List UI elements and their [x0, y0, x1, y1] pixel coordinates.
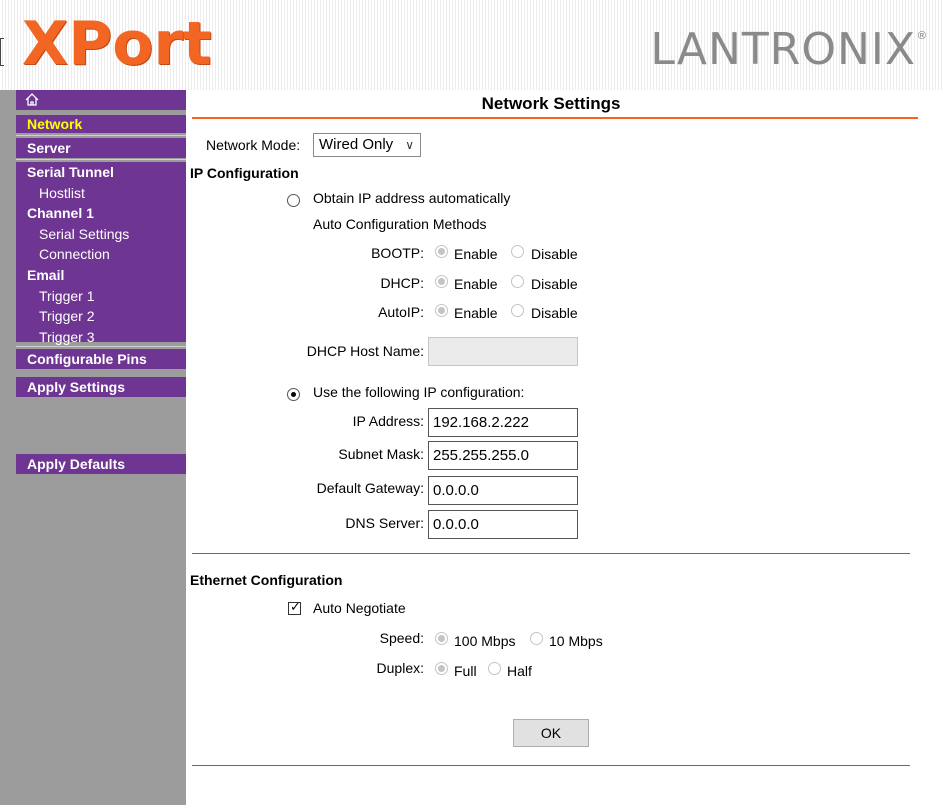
dhcp-hostname-label: DHCP Host Name: [306, 343, 424, 359]
lantronix-logo-text: LANTRONIX [650, 24, 916, 75]
sidebar-item-trigger-2[interactable]: Trigger 2 [16, 306, 186, 327]
duplex-full-label: Full [454, 663, 477, 679]
chevron-down-icon: ∨ [405, 138, 414, 152]
dhcp-enable-label: Enable [454, 276, 498, 292]
page-header: XPort LANTRONIX ® [0, 0, 944, 90]
page-title: Network Settings [481, 94, 621, 113]
sidebar-item-server[interactable]: Server [16, 138, 186, 158]
auto-negotiate-checkbox[interactable]: ✓ [288, 599, 301, 615]
auto-methods-label: Auto Configuration Methods [313, 216, 487, 232]
ip-address-label: IP Address: [352, 413, 424, 429]
auto-negotiate-label: Auto Negotiate [313, 600, 406, 616]
gateway-label: Default Gateway: [316, 480, 424, 496]
bootp-disable-radio[interactable] [511, 245, 524, 258]
network-mode-select[interactable]: Wired Only ∨ [313, 133, 421, 157]
sidebar-item-apply-defaults[interactable]: Apply Defaults [16, 454, 186, 474]
subnet-mask-label: Subnet Mask: [338, 446, 424, 462]
speed-100-radio[interactable] [435, 632, 448, 645]
bottom-divider [192, 765, 910, 766]
sidebar-item-connection[interactable]: Connection [16, 244, 186, 265]
sidebar-nav: Network Server Serial Tunnel Hostlist Ch… [0, 90, 186, 805]
duplex-half-label: Half [507, 663, 532, 679]
sidebar-divider [16, 159, 186, 160]
obtain-auto-label: Obtain IP address automatically [313, 190, 511, 206]
sidebar-item-home[interactable] [16, 90, 186, 110]
lantronix-logo: LANTRONIX [650, 24, 916, 76]
main-content: Network Settings Network Mode: Wired Onl… [186, 90, 944, 805]
use-following-label: Use the following IP configuration: [313, 384, 525, 400]
duplex-full-radio[interactable] [435, 662, 448, 675]
duplex-label: Duplex: [376, 660, 424, 676]
xport-logo: XPort [22, 8, 212, 80]
sidebar-item-serial-tunnel[interactable]: Serial Tunnel [27, 162, 186, 183]
sidebar-item-hostlist[interactable]: Hostlist [16, 183, 186, 204]
autoip-enable-label: Enable [454, 305, 498, 321]
home-icon [25, 93, 39, 106]
use-following-radio[interactable] [287, 388, 300, 401]
ip-config-heading: IP Configuration [190, 165, 299, 181]
sidebar-item-trigger-1[interactable]: Trigger 1 [16, 286, 186, 307]
bootp-enable-radio[interactable] [435, 245, 448, 258]
speed-label: Speed: [379, 630, 424, 646]
sidebar-group-serial: Serial Tunnel Hostlist Channel 1 Serial … [16, 162, 186, 345]
checkmark-icon: ✓ [290, 599, 301, 614]
ok-button[interactable]: OK [513, 719, 589, 747]
sidebar-item-network[interactable]: Network [16, 115, 186, 133]
dns-input[interactable]: 0.0.0.0 [428, 510, 578, 539]
network-mode-value: Wired Only [319, 136, 394, 153]
bootp-label: BOOTP: [371, 245, 424, 261]
dhcp-enable-radio[interactable] [435, 275, 448, 288]
autoip-disable-label: Disable [531, 305, 578, 321]
network-mode-label: Network Mode: [206, 137, 301, 153]
sidebar-item-serial-settings[interactable]: Serial Settings [16, 224, 186, 245]
speed-10-radio[interactable] [530, 632, 543, 645]
bootp-enable-label: Enable [454, 246, 498, 262]
registered-mark-icon: ® [917, 30, 926, 42]
dhcp-hostname-input[interactable] [428, 337, 578, 366]
obtain-auto-radio[interactable] [287, 194, 300, 207]
sidebar-divider [16, 346, 186, 347]
autoip-disable-radio[interactable] [511, 304, 524, 317]
ethernet-config-heading: Ethernet Configuration [190, 572, 343, 588]
sidebar-item-channel-1[interactable]: Channel 1 [27, 203, 186, 224]
sidebar-item-email[interactable]: Email [27, 265, 186, 286]
sidebar-item-trigger-3[interactable]: Trigger 3 [16, 327, 186, 348]
window-edge-bracket [0, 38, 4, 66]
speed-100-label: 100 Mbps [454, 633, 516, 649]
bootp-disable-label: Disable [531, 246, 578, 262]
gateway-input[interactable]: 0.0.0.0 [428, 476, 578, 505]
title-underline [192, 117, 918, 119]
autoip-enable-radio[interactable] [435, 304, 448, 317]
speed-10-label: 10 Mbps [549, 633, 603, 649]
dns-label: DNS Server: [345, 515, 424, 531]
dhcp-disable-label: Disable [531, 276, 578, 292]
duplex-half-radio[interactable] [488, 662, 501, 675]
sidebar-divider [16, 135, 186, 136]
sidebar-item-apply-settings[interactable]: Apply Settings [16, 377, 186, 397]
autoip-label: AutoIP: [378, 304, 424, 320]
dhcp-disable-radio[interactable] [511, 275, 524, 288]
xport-logo-text: XPort [22, 9, 212, 79]
sidebar-item-configurable-pins[interactable]: Configurable Pins [16, 349, 186, 369]
section-divider [192, 553, 910, 554]
dhcp-label: DHCP: [380, 275, 424, 291]
ip-address-input[interactable]: 192.168.2.222 [428, 408, 578, 437]
subnet-mask-input[interactable]: 255.255.255.0 [428, 441, 578, 470]
